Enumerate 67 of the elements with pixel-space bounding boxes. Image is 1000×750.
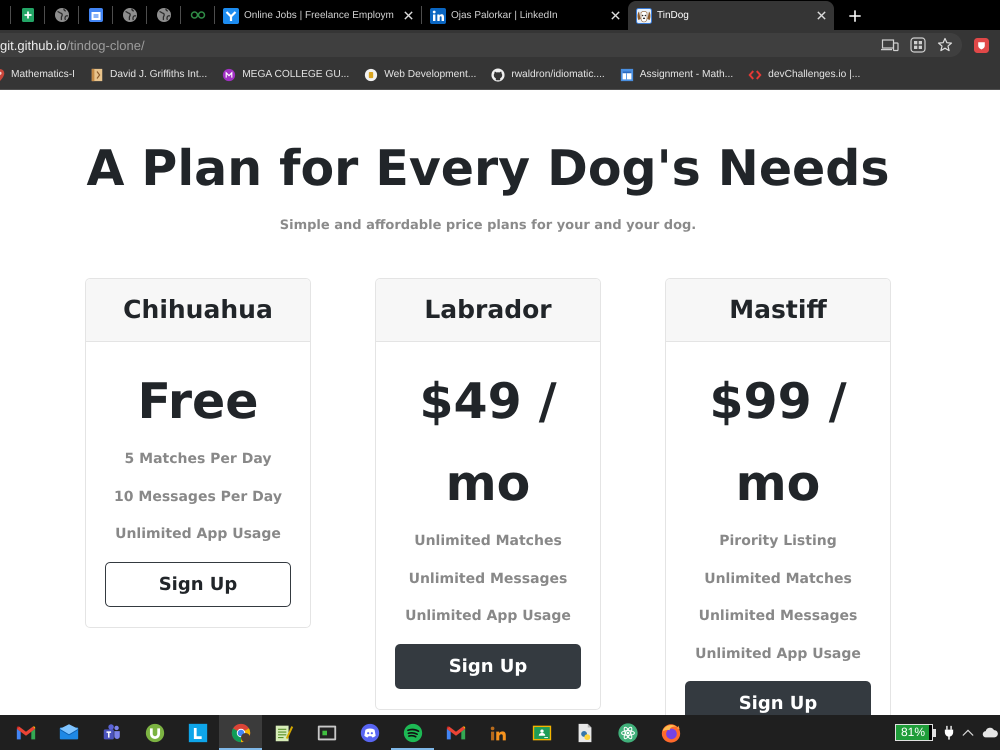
cloud-icon[interactable] xyxy=(982,727,998,738)
close-icon[interactable] xyxy=(402,9,415,22)
coin-icon xyxy=(364,68,378,82)
plan-name: Labrador xyxy=(424,294,552,326)
plan-feature: Unlimited Matches xyxy=(413,532,563,551)
plan-feature: Unlimited App Usage xyxy=(694,644,862,664)
l-tile-icon xyxy=(186,722,208,744)
plan-name: Mastiff xyxy=(729,294,827,326)
address-bar[interactable]: git.github.io/tindog-clone/ xyxy=(0,33,962,57)
plan-feature: 5 Matches Per Day xyxy=(124,450,272,469)
battery-indicator[interactable]: 81% xyxy=(895,724,936,741)
star-icon[interactable] xyxy=(937,37,953,53)
plan-feature: Unlimited App Usage xyxy=(114,525,282,544)
plug-icon[interactable] xyxy=(944,725,954,740)
plan-name: Chihuahua xyxy=(123,294,273,326)
dog-face-icon xyxy=(636,8,652,24)
bookmark-link[interactable]: Mathematics-I xyxy=(0,68,75,82)
plus-icon[interactable] xyxy=(848,9,862,23)
cross-tile-icon xyxy=(20,7,36,23)
globe-icon xyxy=(122,7,138,23)
globe-icon xyxy=(54,7,70,23)
browser-tab[interactable]: Ojas Palorkar | LinkedIn xyxy=(422,1,628,30)
plan-price: Free xyxy=(136,372,260,432)
shield-icon[interactable] xyxy=(974,38,989,52)
calendar-icon xyxy=(88,7,104,23)
u-circle-icon xyxy=(144,722,166,744)
sign-up-button[interactable]: Sign Up xyxy=(685,681,871,715)
document-icon xyxy=(620,68,634,82)
taskbar-button[interactable] xyxy=(219,715,262,750)
flame-globe-icon xyxy=(660,722,682,744)
bookmark-link[interactable]: rwaldron/idiomatic.... xyxy=(491,68,605,82)
plan-feature: Pirority Listing xyxy=(718,532,838,551)
plan-feature: Unlimited Messages xyxy=(408,570,568,588)
m-badge-icon xyxy=(222,68,236,82)
bookmark-link[interactable]: David J. Griffiths Int... xyxy=(90,68,208,82)
close-icon[interactable] xyxy=(815,9,828,22)
plan-feature: 10 Messages Per Day xyxy=(113,488,283,506)
page-subtitle: Simple and affordable price plans for your and your dog. xyxy=(278,217,698,235)
browser-icon xyxy=(230,722,252,744)
bookmark-link[interactable]: Assignment - Math... xyxy=(620,68,734,82)
page-heading: A Plan for Every Dog's Needs xyxy=(85,139,891,199)
grid-icon[interactable] xyxy=(910,37,926,53)
sign-up-button[interactable]: Sign Up xyxy=(395,644,581,688)
sign-up-button[interactable]: Sign Up xyxy=(105,562,291,606)
devices-icon[interactable] xyxy=(881,37,899,53)
in-logo-icon xyxy=(430,8,446,24)
globe-icon xyxy=(156,7,172,23)
browser-tab[interactable]: TinDog xyxy=(628,1,834,30)
plan-feature: Unlimited Messages xyxy=(698,607,858,626)
plan-price: $99 / mo xyxy=(708,372,848,514)
chevron-up-icon[interactable] xyxy=(962,728,974,737)
sound-waves-icon xyxy=(402,722,424,744)
browser-tab[interactable]: Online Jobs | Freelance Employm xyxy=(215,1,421,30)
plan-price: $49 / mo xyxy=(418,372,558,514)
bookmark-link[interactable]: Web Development... xyxy=(364,68,476,82)
y-logo-icon xyxy=(223,8,239,24)
bookmark-link[interactable]: devChallenges.io |... xyxy=(748,68,860,82)
close-icon[interactable] xyxy=(609,9,622,22)
bookmark-link[interactable]: MEGA COLLEGE GU... xyxy=(222,68,350,82)
map-pin-icon xyxy=(0,68,6,82)
plan-feature: Unlimited Matches xyxy=(703,570,853,588)
code-brackets-icon xyxy=(748,68,762,82)
book-cover-icon xyxy=(90,68,104,82)
chat-logo-icon xyxy=(358,722,380,744)
plan-feature: Unlimited App Usage xyxy=(404,607,572,626)
atom-icon xyxy=(616,722,638,744)
cat-silhouette-icon xyxy=(491,68,506,82)
